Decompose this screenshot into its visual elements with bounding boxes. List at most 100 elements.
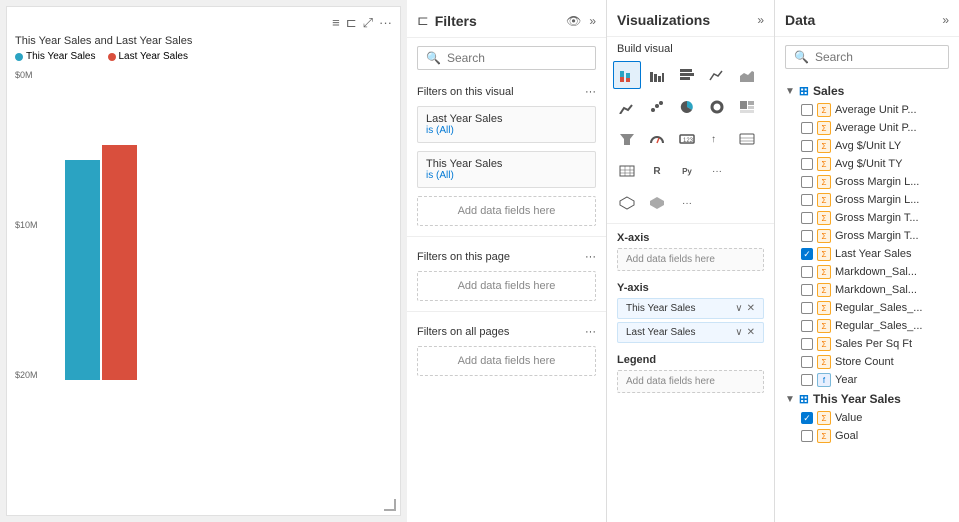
filled-map-icon[interactable] bbox=[643, 189, 671, 217]
item-checkbox[interactable] bbox=[801, 140, 813, 152]
item-checkbox[interactable] bbox=[801, 230, 813, 242]
data-search-input[interactable] bbox=[815, 50, 940, 64]
item-label: Markdown_Sal... bbox=[835, 266, 949, 278]
list-item[interactable]: Σ Gross Margin L... bbox=[781, 173, 953, 191]
more-options-icon[interactable]: ··· bbox=[379, 15, 392, 31]
item-label: Gross Margin L... bbox=[835, 194, 949, 206]
viz-yaxis-field-0-close[interactable]: ✕ bbox=[747, 303, 755, 314]
more-visuals-icon[interactable]: ··· bbox=[703, 157, 731, 185]
item-checkbox[interactable] bbox=[801, 430, 813, 442]
item-checkbox[interactable] bbox=[801, 356, 813, 368]
list-item[interactable]: Σ Gross Margin T... bbox=[781, 209, 953, 227]
matrix-icon[interactable]: R bbox=[643, 157, 671, 185]
viz-yaxis-field-1-chevron[interactable]: ∨ bbox=[735, 327, 742, 338]
filters-all-pages-more[interactable]: ··· bbox=[585, 326, 596, 338]
field-icon-sigma: Σ bbox=[817, 301, 831, 315]
pie-chart-icon[interactable] bbox=[673, 93, 701, 121]
donut-chart-icon[interactable] bbox=[703, 93, 731, 121]
ribbon-chart-icon[interactable] bbox=[613, 93, 641, 121]
card-icon[interactable]: 123 bbox=[673, 125, 701, 153]
list-item[interactable]: ✓ Σ Value bbox=[781, 409, 953, 427]
item-checkbox[interactable] bbox=[801, 176, 813, 188]
item-checkbox[interactable] bbox=[801, 212, 813, 224]
add-data-visual-btn[interactable]: Add data fields here bbox=[417, 196, 596, 226]
viz-yaxis-field-1-close[interactable]: ✕ bbox=[747, 327, 755, 338]
data-expand-icon[interactable]: » bbox=[942, 13, 949, 27]
scatter-chart-icon[interactable] bbox=[643, 93, 671, 121]
list-item[interactable]: Σ Store Count bbox=[781, 353, 953, 371]
bar-chart-icon[interactable] bbox=[673, 61, 701, 89]
area-chart-icon[interactable] bbox=[733, 61, 761, 89]
list-item[interactable]: Σ Gross Margin T... bbox=[781, 227, 953, 245]
item-checkbox[interactable] bbox=[801, 374, 813, 386]
item-checkbox[interactable] bbox=[801, 266, 813, 278]
legend-dot-last-year bbox=[108, 53, 116, 61]
item-checkbox[interactable] bbox=[801, 194, 813, 206]
item-checkbox[interactable] bbox=[801, 338, 813, 350]
list-item[interactable]: f Year bbox=[781, 371, 953, 389]
list-item[interactable]: Σ Average Unit P... bbox=[781, 119, 953, 137]
item-checkbox[interactable] bbox=[801, 284, 813, 296]
filters-expand-icon[interactable]: » bbox=[589, 14, 596, 28]
viz-yaxis-field-0-chevron[interactable]: ∨ bbox=[735, 303, 742, 314]
viz-yaxis-field-1[interactable]: Last Year Sales ∨ ✕ bbox=[617, 322, 764, 343]
bars-container bbox=[55, 70, 137, 380]
filter-icon[interactable]: ⊏ bbox=[346, 15, 357, 31]
clustered-bar-chart-icon[interactable] bbox=[643, 61, 671, 89]
python-visual-icon[interactable]: Py bbox=[673, 157, 701, 185]
viz-yaxis-field-0[interactable]: This Year Sales ∨ ✕ bbox=[617, 298, 764, 319]
list-item[interactable]: Σ Markdown_Sal... bbox=[781, 263, 953, 281]
hamburger-icon[interactable]: ≡ bbox=[332, 15, 340, 31]
filters-on-page-more[interactable]: ··· bbox=[585, 251, 596, 263]
sales-group-icon: ⊞ bbox=[799, 84, 809, 98]
focus-icon[interactable]: ⤢ bbox=[363, 15, 373, 31]
list-item[interactable]: Σ Goal bbox=[781, 427, 953, 445]
add-data-page-btn[interactable]: Add data fields here bbox=[417, 271, 596, 301]
filters-header: ⊏ Filters 👁 » bbox=[407, 0, 606, 38]
viz-xaxis-placeholder[interactable]: Add data fields here bbox=[617, 248, 764, 271]
funnel-icon[interactable] bbox=[613, 125, 641, 153]
list-item[interactable]: Σ Avg $/Unit LY bbox=[781, 137, 953, 155]
chart-resize-handle[interactable] bbox=[384, 499, 396, 511]
item-checkbox-checked[interactable]: ✓ bbox=[801, 412, 813, 424]
tree-group-sales[interactable]: ▼ ⊞ Sales bbox=[781, 81, 953, 101]
viz-legend-placeholder[interactable]: Add data fields here bbox=[617, 370, 764, 393]
item-checkbox[interactable] bbox=[801, 104, 813, 116]
kpi-icon[interactable]: ↑ bbox=[703, 125, 731, 153]
filters-search-input[interactable] bbox=[447, 51, 587, 65]
filters-search-box[interactable]: 🔍 bbox=[417, 46, 596, 70]
item-checkbox[interactable] bbox=[801, 158, 813, 170]
field-icon-sigma: Σ bbox=[817, 247, 831, 261]
filters-on-visual-more[interactable]: ··· bbox=[585, 86, 596, 98]
item-checkbox[interactable] bbox=[801, 320, 813, 332]
slicer-icon[interactable] bbox=[733, 125, 761, 153]
table-icon[interactable] bbox=[613, 157, 641, 185]
filters-panel: ⊏ Filters 👁 » 🔍 Filters on this visual ·… bbox=[407, 0, 607, 522]
treemap-icon[interactable] bbox=[733, 93, 761, 121]
data-search-box[interactable]: 🔍 bbox=[785, 45, 949, 69]
filters-all-pages-label: Filters on all pages ··· bbox=[407, 318, 606, 342]
more-options-icon[interactable]: ··· bbox=[673, 189, 701, 217]
viz-expand-icon[interactable]: » bbox=[757, 13, 764, 27]
list-item[interactable]: Σ Regular_Sales_... bbox=[781, 317, 953, 335]
list-item[interactable]: Σ Regular_Sales_... bbox=[781, 299, 953, 317]
add-data-allpages-btn[interactable]: Add data fields here bbox=[417, 346, 596, 376]
line-chart-icon[interactable] bbox=[703, 61, 731, 89]
list-item[interactable]: Σ Gross Margin L... bbox=[781, 191, 953, 209]
filter-card-this-year[interactable]: This Year Sales is (All) bbox=[417, 151, 596, 188]
item-checkbox-checked[interactable]: ✓ bbox=[801, 248, 813, 260]
list-item[interactable]: Σ Average Unit P... bbox=[781, 101, 953, 119]
sales-group-label: Sales bbox=[813, 84, 844, 98]
list-item[interactable]: Σ Avg $/Unit TY bbox=[781, 155, 953, 173]
map-icon[interactable] bbox=[613, 189, 641, 217]
list-item[interactable]: ✓ Σ Last Year Sales bbox=[781, 245, 953, 263]
item-checkbox[interactable] bbox=[801, 302, 813, 314]
list-item[interactable]: Σ Markdown_Sal... bbox=[781, 281, 953, 299]
item-checkbox[interactable] bbox=[801, 122, 813, 134]
filter-card-last-year[interactable]: Last Year Sales is (All) bbox=[417, 106, 596, 143]
filters-eye-icon[interactable]: 👁 bbox=[566, 14, 581, 28]
list-item[interactable]: Σ Sales Per Sq Ft bbox=[781, 335, 953, 353]
gauge-icon[interactable] bbox=[643, 125, 671, 153]
stacked-bar-chart-icon[interactable] bbox=[613, 61, 641, 89]
tree-group-this-year-sales[interactable]: ▼ ⊞ This Year Sales bbox=[781, 389, 953, 409]
